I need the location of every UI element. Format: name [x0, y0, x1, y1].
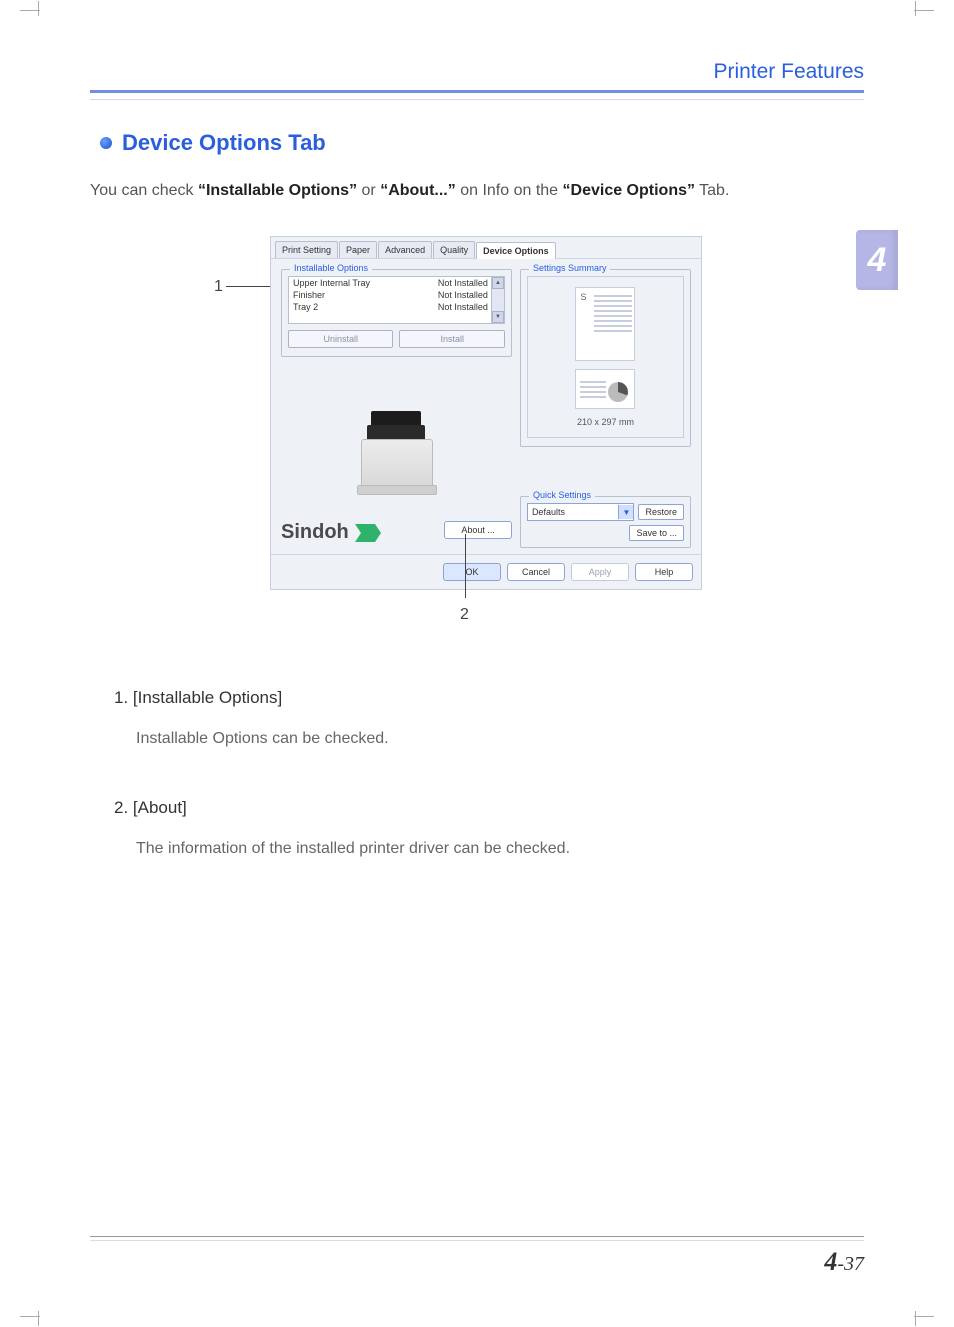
option-status: Not Installed [438, 302, 488, 312]
group-title: Installable Options [290, 263, 372, 273]
scrollbar[interactable]: ▲ ▼ [491, 277, 504, 323]
figure: 1 Print Setting Paper Advanced Quality D… [90, 228, 864, 628]
intro-text: on Info on the [460, 182, 562, 199]
device-options-dialog: Print Setting Paper Advanced Quality Dev… [270, 236, 702, 590]
page-number-page: 37 [844, 1253, 864, 1275]
section-title: Device Options Tab [122, 130, 326, 156]
quick-settings-select[interactable]: Defaults ▼ [527, 503, 635, 521]
tab-print-setting[interactable]: Print Setting [275, 241, 338, 258]
item-heading-1: 1. [Installable Options] [114, 688, 864, 708]
option-name: Finisher [293, 290, 325, 300]
tab-paper[interactable]: Paper [339, 241, 377, 258]
tab-quality[interactable]: Quality [433, 241, 475, 258]
installable-options-group: Installable Options Upper Internal Tray … [281, 269, 512, 357]
intro-text: Tab. [699, 182, 729, 199]
footer-rule [90, 1240, 864, 1241]
uninstall-button[interactable]: Uninstall [288, 330, 393, 348]
dialog-footer: OK Cancel Apply Help [271, 554, 701, 589]
chevron-down-icon[interactable]: ▼ [618, 505, 633, 519]
select-value: Defaults [528, 507, 619, 517]
install-button[interactable]: Install [399, 330, 504, 348]
callout-line [465, 534, 466, 598]
printer-illustration [351, 405, 441, 495]
scroll-up-icon[interactable]: ▲ [492, 277, 504, 289]
option-status: Not Installed [438, 278, 488, 288]
item-body-2: The information of the installed printer… [136, 840, 864, 858]
restore-button[interactable]: Restore [638, 504, 684, 520]
intro-paragraph: You can check “Installable Options” or “… [90, 182, 864, 200]
group-title: Settings Summary [529, 263, 611, 273]
option-status: Not Installed [438, 290, 488, 300]
brand-mark-icon [355, 524, 381, 542]
option-name: Tray 2 [293, 302, 318, 312]
tab-advanced[interactable]: Advanced [378, 241, 432, 258]
scroll-down-icon[interactable]: ▼ [492, 311, 504, 323]
save-to-button[interactable]: Save to ... [629, 525, 684, 541]
paper-dimensions: 210 x 297 mm [577, 417, 634, 427]
tab-device-options[interactable]: Device Options [476, 242, 556, 259]
footer-rule [90, 1236, 864, 1237]
crop-mark [20, 10, 40, 31]
help-button[interactable]: Help [635, 563, 693, 581]
apply-button[interactable]: Apply [571, 563, 629, 581]
settings-summary-group: Settings Summary S 210 x 297 mm [520, 269, 691, 447]
settings-summary-preview: S 210 x 297 mm [527, 276, 684, 438]
quick-settings-group: Quick Settings Defaults ▼ Restore Save t… [520, 496, 691, 548]
cancel-button[interactable]: Cancel [507, 563, 565, 581]
pie-icon [608, 382, 628, 402]
intro-text: You can check [90, 182, 198, 199]
header-rule [90, 99, 864, 100]
brand-text: Sindoh [281, 521, 349, 544]
dialog-tabs: Print Setting Paper Advanced Quality Dev… [271, 237, 701, 258]
item-heading-2: 2. [About] [114, 798, 864, 818]
about-button[interactable]: About ... [444, 521, 512, 539]
option-name: Upper Internal Tray [293, 278, 370, 288]
page-preview-icon [575, 369, 635, 409]
section-bullet-icon [100, 137, 112, 149]
group-title: Quick Settings [529, 490, 595, 500]
intro-quote: “About...” [380, 182, 456, 199]
orientation-s-label: S [580, 292, 586, 302]
list-item[interactable]: Finisher Not Installed [289, 289, 492, 301]
ok-button[interactable]: OK [443, 563, 501, 581]
header-rule [90, 90, 864, 93]
item-body-1: Installable Options can be checked. [136, 730, 864, 748]
crop-mark [914, 10, 934, 31]
installable-options-list[interactable]: Upper Internal Tray Not Installed Finish… [288, 276, 505, 324]
list-item[interactable]: Tray 2 Not Installed [289, 301, 492, 313]
brand-logo: Sindoh [281, 511, 381, 548]
page-preview-icon: S [575, 287, 635, 361]
page-header-title: Printer Features [90, 60, 864, 90]
intro-text: or [362, 182, 381, 199]
page-number: 4-37 [824, 1247, 864, 1277]
page-number-chapter: 4 [824, 1247, 837, 1276]
page-number-sep: - [837, 1253, 844, 1275]
intro-quote: “Device Options” [563, 182, 695, 199]
callout-number-2: 2 [460, 606, 469, 624]
callout-number-1: 1 [214, 278, 223, 296]
list-item[interactable]: Upper Internal Tray Not Installed [289, 277, 492, 289]
intro-quote: “Installable Options” [198, 182, 357, 199]
crop-mark [914, 1296, 934, 1317]
crop-mark [20, 1296, 40, 1317]
